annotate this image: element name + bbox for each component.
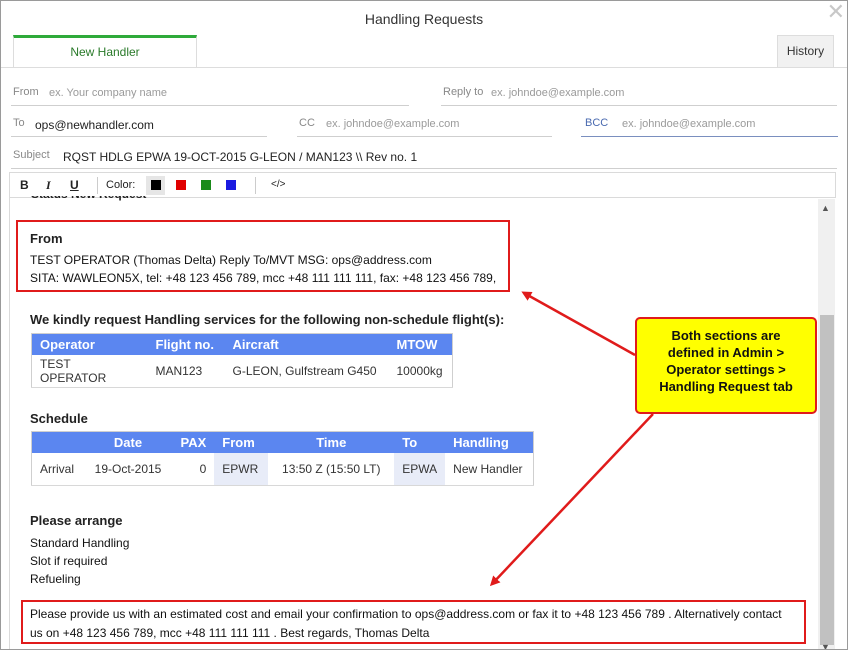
arrow-to-footer-section bbox=[489, 413, 654, 587]
callout-line: Both sections are bbox=[671, 328, 781, 343]
callout-line: Handling Request tab bbox=[659, 379, 793, 394]
annotation-callout: Both sections are defined in Admin > Ope… bbox=[635, 317, 817, 414]
handling-requests-dialog: Handling Requests ✕ New Handler History … bbox=[0, 0, 848, 650]
callout-line: Operator settings > bbox=[666, 362, 786, 377]
callout-line: defined in Admin > bbox=[667, 345, 785, 360]
arrow-to-from-section bbox=[521, 291, 636, 357]
